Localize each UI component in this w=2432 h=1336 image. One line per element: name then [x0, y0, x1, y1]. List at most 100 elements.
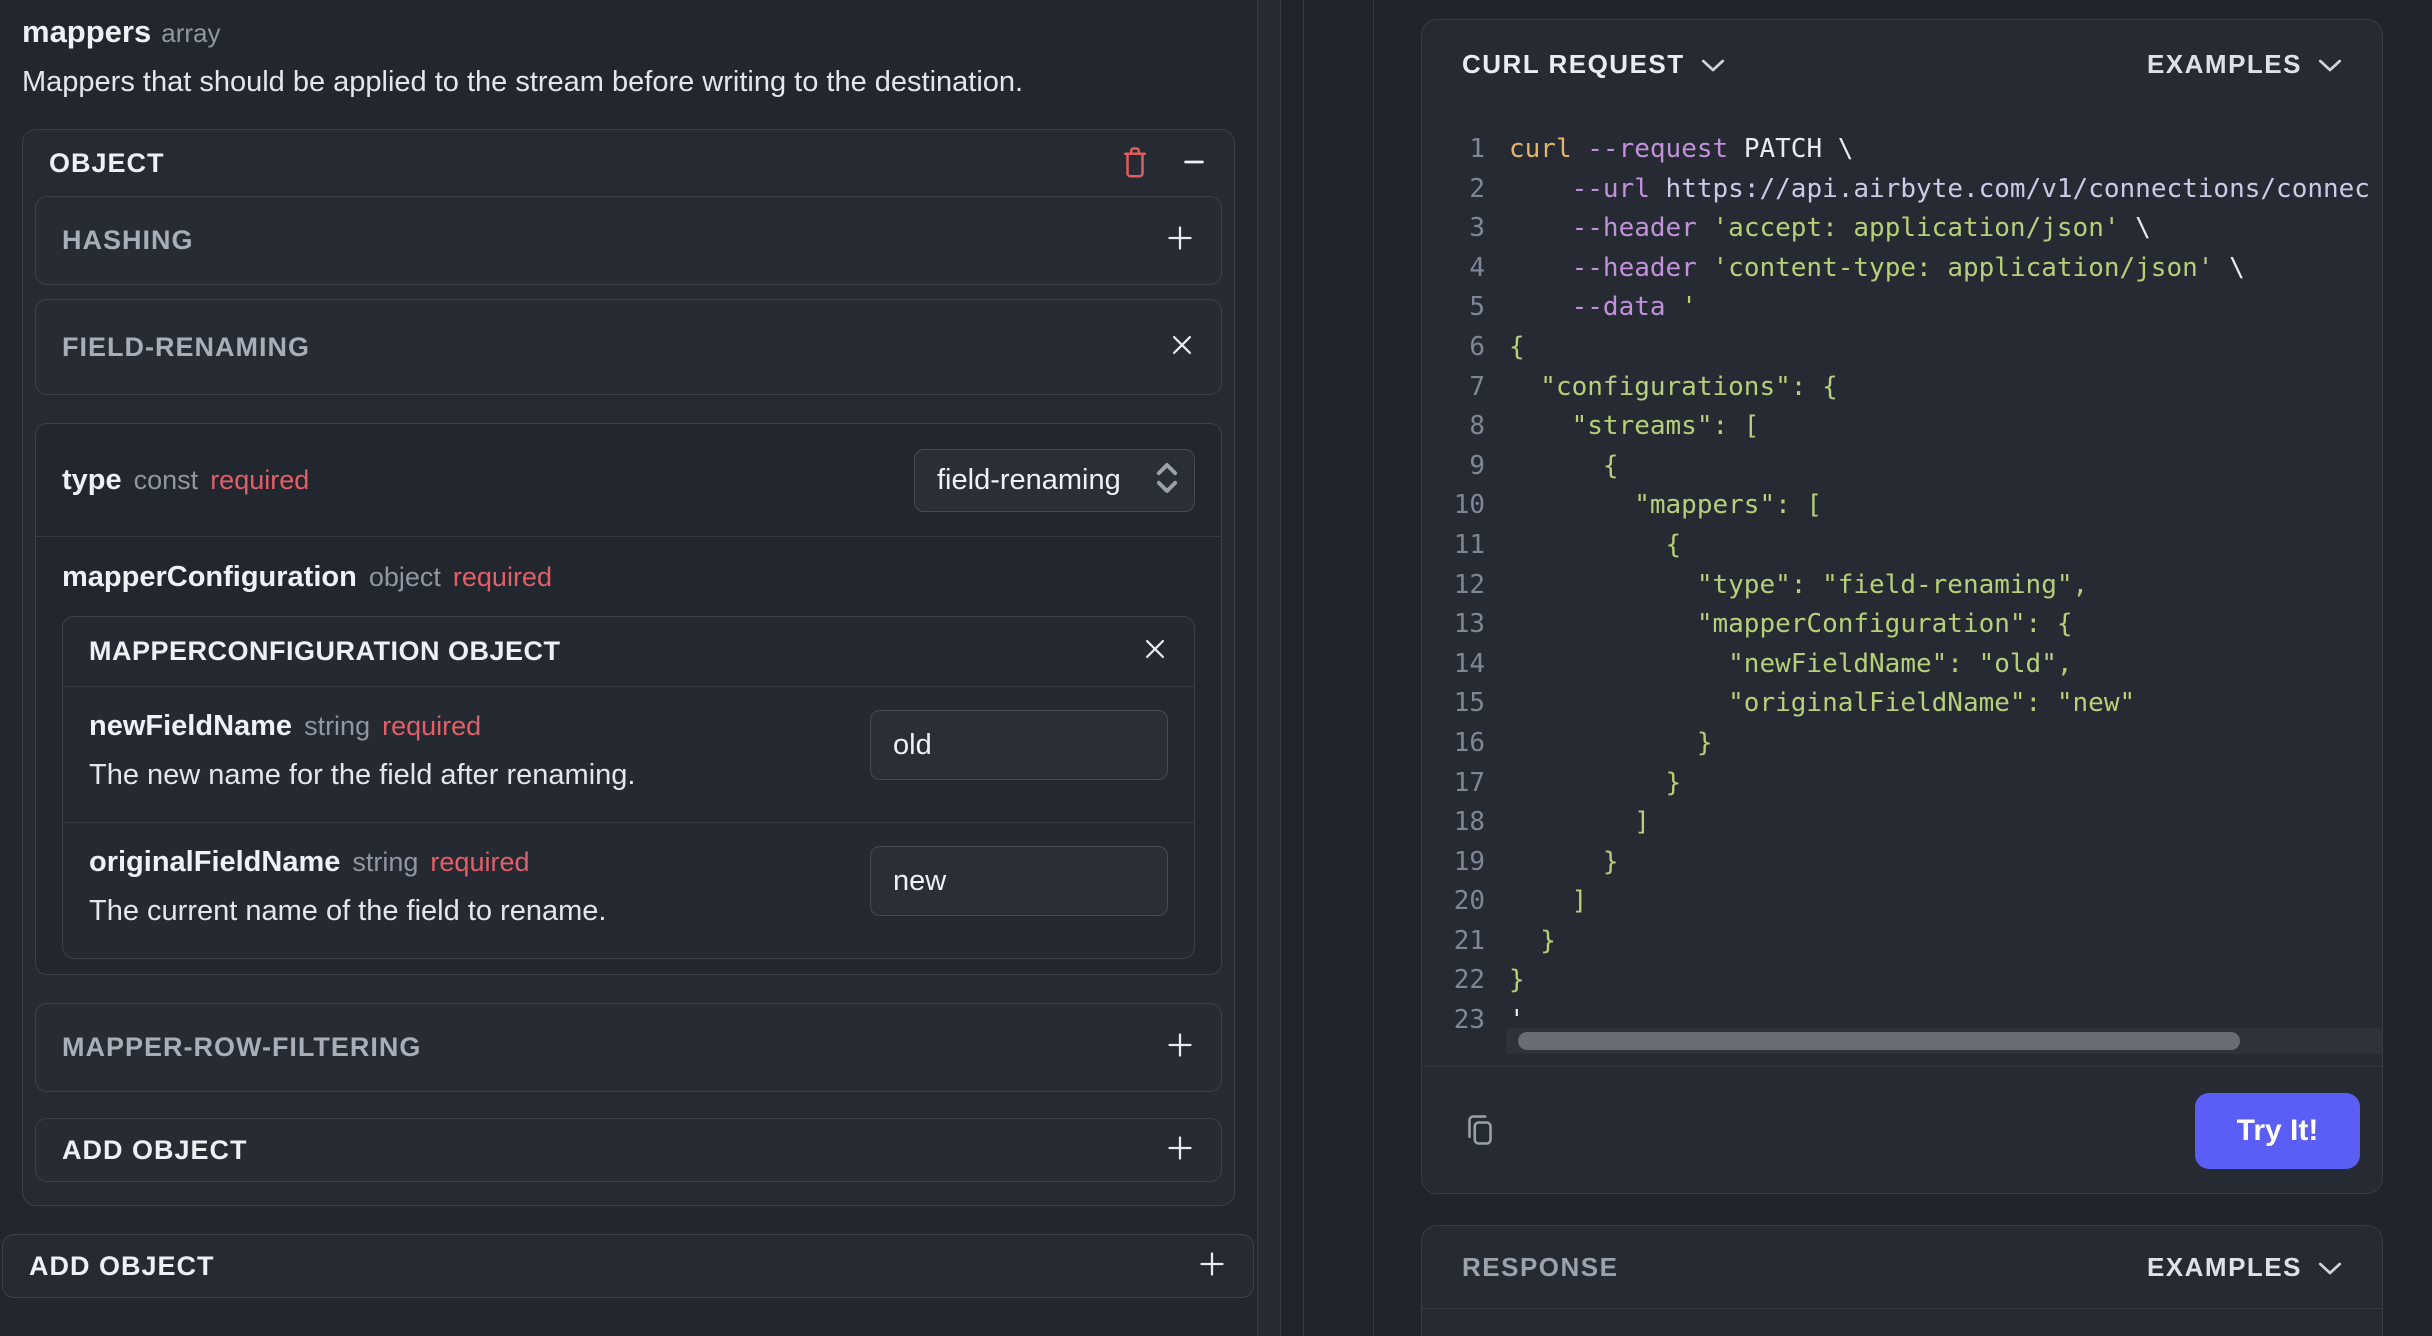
code-line: 14 "newFieldName": "old", [1453, 648, 2073, 679]
horizontal-scrollbar-track[interactable] [1506, 1028, 2382, 1054]
code-line: 13 "mapperConfiguration": { [1453, 609, 2073, 640]
code-line: 11 { [1453, 529, 1682, 560]
response-card-header: RESPONSE EXAMPLES [1422, 1226, 2382, 1309]
code-line: 8 "streams": [ [1469, 411, 1760, 442]
minus-icon [1180, 148, 1208, 179]
mapper-configuration-object-box: MAPPERCONFIGURATION OBJECT newFieldName s… [62, 616, 1195, 959]
mapper-configuration-object-header: MAPPERCONFIGURATION OBJECT [63, 617, 1194, 687]
property-description: Mappers that should be applied to the st… [22, 66, 1024, 98]
collapse-object-button[interactable] [1180, 148, 1208, 179]
mapper-configuration-row: mapperConfiguration object required MAPPER… [36, 537, 1221, 974]
code-line: 3 --header 'accept: application/json' \ [1469, 213, 2151, 244]
plus-icon [1197, 1249, 1227, 1284]
code-lines: 1 curl --request PATCH \ 2 --url https://a… [1422, 130, 2382, 1041]
mapper-configuration-required: required [452, 562, 552, 592]
mapper-configuration-name: mapperConfiguration [62, 561, 357, 593]
mapper-row-filtering-label: MAPPER-ROW-FILTERING [62, 1032, 422, 1062]
property-type-badge: array [161, 18, 221, 48]
response-examples-label: EXAMPLES [2146, 1251, 2302, 1282]
curl-examples-dropdown[interactable]: EXAMPLES [2147, 49, 2342, 80]
copy-icon [1462, 1109, 1498, 1154]
code-line: 12 "type": "field-renaming", [1453, 569, 2089, 600]
response-examples-dropdown[interactable]: EXAMPLES [2147, 1252, 2342, 1283]
original-field-name-input[interactable] [870, 846, 1168, 916]
hashing-section-toggle[interactable]: HASHING [35, 196, 1222, 285]
original-field-name-label: originalFieldName [89, 846, 341, 878]
type-field-row: type const required field-renaming [36, 424, 1221, 537]
response-title: RESPONSE [1462, 1251, 1619, 1282]
code-line: 16 } [1453, 727, 1713, 758]
code-line: 21 } [1453, 925, 1556, 956]
field-renaming-body: type const required field-renaming mapperC [35, 423, 1222, 975]
object-panel: OBJECT HASHING FIELD-RENAMING type const… [22, 129, 1235, 1206]
mapper-configuration-object-title: MAPPERCONFIGURATION OBJECT [89, 636, 561, 666]
add-object-button-inner[interactable]: ADD OBJECT [35, 1118, 1222, 1182]
code-line: 2 --url https://api.airbyte.com/v1/conne… [1469, 173, 2370, 204]
code-line: 10 "mappers": [ [1453, 490, 1823, 521]
left-column-scrollbar[interactable] [1257, 0, 1281, 1336]
add-object-inner-label: ADD OBJECT [62, 1134, 248, 1165]
add-object-button-outer[interactable]: ADD OBJECT [2, 1234, 1254, 1298]
try-it-button[interactable]: Try It! [2195, 1093, 2360, 1169]
code-line: 18 ] [1453, 807, 1650, 838]
code-line: 22} [1453, 965, 1525, 996]
code-line: 15 "originalFieldName": "new" [1453, 688, 2136, 719]
property-name: mappers [22, 14, 152, 49]
plus-icon [1165, 1133, 1195, 1168]
code-line: 5 --data ' [1469, 292, 1697, 323]
new-field-name-required: required [382, 711, 482, 741]
code-line: 7 "configurations": { [1469, 371, 1838, 402]
code-line: 20 ] [1453, 886, 1588, 917]
copy-code-button[interactable] [1462, 1109, 1498, 1154]
curl-card-footer: Try It! [1422, 1066, 2382, 1193]
column-divider [1303, 0, 1304, 1336]
hashing-section-label: HASHING [62, 225, 194, 255]
original-field-name-kind: string [352, 847, 419, 877]
code-line: 1 curl --request PATCH \ [1469, 134, 1854, 164]
property-heading: mappers array [22, 14, 1235, 50]
mapper-configuration-kind: object [368, 562, 441, 592]
curl-card-header: CURL REQUEST EXAMPLES [1422, 20, 2382, 108]
field-renaming-section-label: FIELD-RENAMING [62, 331, 310, 362]
close-icon [1169, 332, 1195, 363]
chevron-down-icon [2318, 49, 2342, 80]
type-select-value: field-renaming [937, 463, 1121, 496]
api-docs-screen: mappers array Mappers that should be appl… [0, 0, 2432, 1336]
chevron-down-icon [2318, 1252, 2342, 1283]
original-field-name-row: originalFieldName string required The curr… [63, 822, 1194, 958]
object-panel-header: OBJECT [35, 130, 1222, 196]
original-field-name-required: required [430, 847, 530, 877]
mapper-row-filtering-toggle[interactable]: MAPPER-ROW-FILTERING [35, 1003, 1222, 1092]
code-line: 9 { [1469, 450, 1619, 481]
object-panel-title: OBJECT [49, 147, 165, 178]
plus-icon [1165, 1030, 1195, 1065]
horizontal-scrollbar-thumb[interactable] [1518, 1032, 2240, 1050]
type-select[interactable]: field-renaming [914, 448, 1195, 512]
curl-request-dropdown[interactable]: CURL REQUEST [1462, 49, 1725, 80]
request-column: CURL REQUEST EXAMPLES 1 curl --request PA… [1374, 0, 2432, 1336]
type-field-required: required [210, 464, 310, 495]
curl-request-card: CURL REQUEST EXAMPLES 1 curl --request PA… [1421, 19, 2383, 1194]
select-stepper-icon [1154, 460, 1180, 501]
new-field-name-label: newFieldName [89, 710, 293, 742]
close-icon [1142, 636, 1168, 667]
delete-object-button[interactable] [1120, 144, 1150, 183]
curl-code-block: 1 curl --request PATCH \ 2 --url https://a… [1422, 108, 2382, 1066]
type-field-name: type [62, 463, 122, 496]
chevron-down-icon [1701, 49, 1725, 80]
response-card: RESPONSE EXAMPLES [1421, 1225, 2383, 1336]
new-field-name-row: newFieldName string required The new name … [63, 687, 1194, 822]
code-line: 17 } [1453, 767, 1682, 798]
type-field-kind: const [133, 464, 199, 495]
curl-request-title: CURL REQUEST [1462, 48, 1685, 79]
field-renaming-section-toggle[interactable]: FIELD-RENAMING [35, 299, 1222, 395]
new-field-name-kind: string [304, 711, 371, 741]
code-line: 6{ [1469, 331, 1525, 362]
code-line: 19 } [1453, 846, 1619, 877]
trash-icon [1120, 144, 1150, 183]
code-line: 4 --header 'content-type: application/js… [1469, 252, 2245, 283]
add-object-outer-label: ADD OBJECT [29, 1250, 215, 1281]
plus-icon [1165, 223, 1195, 258]
curl-examples-label: EXAMPLES [2146, 48, 2302, 79]
new-field-name-input[interactable] [870, 710, 1168, 780]
